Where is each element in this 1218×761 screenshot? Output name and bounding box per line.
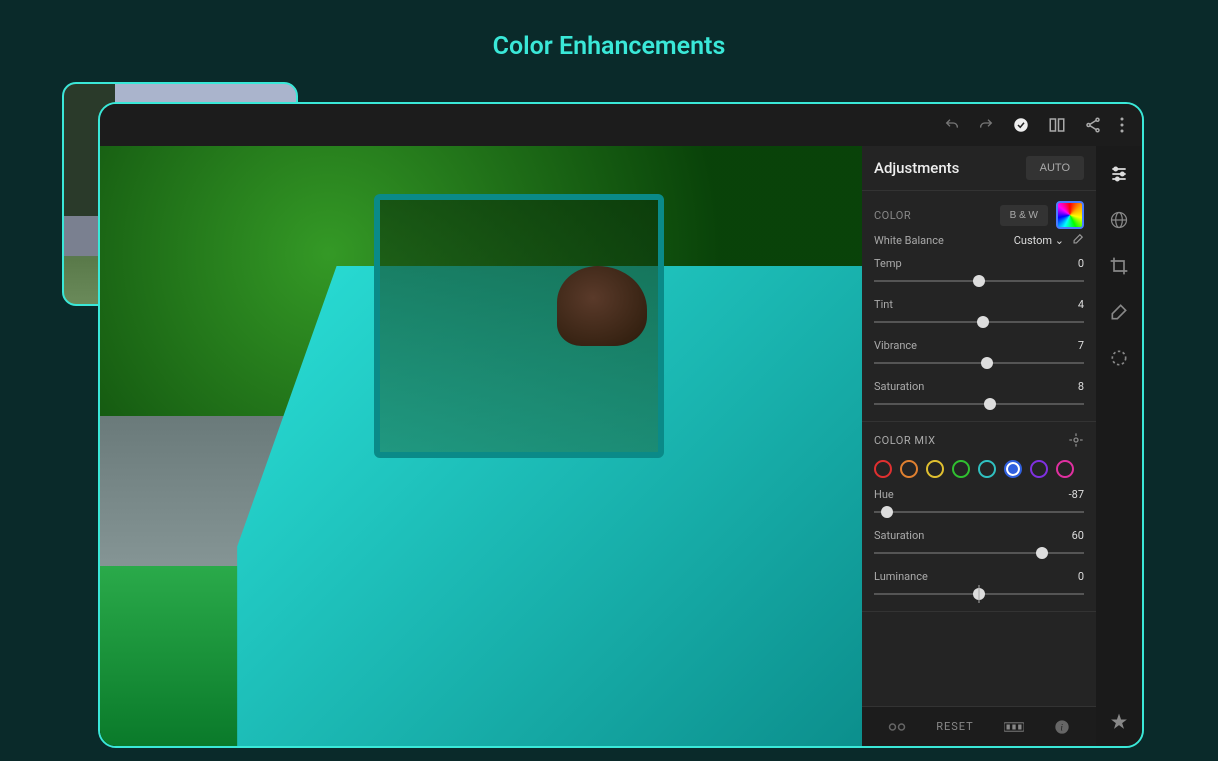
compare-icon[interactable] [1048, 116, 1066, 134]
temp-slider[interactable] [874, 274, 1084, 288]
filmstrip-icon[interactable] [1004, 721, 1024, 733]
slider-value: 0 [1078, 570, 1084, 583]
white-balance-label: White Balance [874, 234, 1008, 247]
swatch-purple[interactable] [1030, 460, 1048, 478]
color-tab-label: COLOR [874, 209, 992, 222]
star-icon[interactable] [1109, 712, 1129, 732]
white-balance-select[interactable]: Custom ⌄ [1014, 234, 1064, 247]
more-icon[interactable] [1120, 117, 1124, 133]
slider-value: 4 [1078, 298, 1084, 311]
previous-preset-icon[interactable] [888, 721, 906, 733]
app-window: Adjustments AUTO COLOR B & W White Balan… [98, 102, 1144, 748]
panel-title: Adjustments [874, 159, 959, 177]
undo-icon[interactable] [944, 117, 960, 133]
slider-label: Saturation [874, 529, 924, 542]
image-canvas[interactable] [100, 146, 862, 746]
hue-slider[interactable] [874, 505, 1084, 519]
saturation-slider[interactable] [874, 397, 1084, 411]
mask-tool-icon[interactable] [1109, 348, 1129, 368]
slider-value: 60 [1072, 529, 1084, 542]
page-title: Color Enhancements [0, 0, 1218, 61]
adjustments-panel: Adjustments AUTO COLOR B & W White Balan… [862, 146, 1096, 746]
swatch-magenta[interactable] [1056, 460, 1074, 478]
eyedropper-icon[interactable] [1070, 233, 1084, 247]
healing-tool-icon[interactable] [1109, 302, 1129, 322]
swatch-red[interactable] [874, 460, 892, 478]
svg-text:i: i [1060, 723, 1063, 733]
slider-value: 7 [1078, 339, 1084, 352]
slider-value: -87 [1069, 488, 1084, 501]
saturation-slider[interactable] [874, 546, 1084, 560]
app-topbar [100, 104, 1142, 146]
swatch-orange[interactable] [900, 460, 918, 478]
slider-label: Temp [874, 257, 902, 270]
slider-label: Luminance [874, 570, 928, 583]
globe-icon[interactable] [1109, 210, 1129, 230]
adjust-tool-icon[interactable] [1109, 164, 1129, 184]
bw-tab-button[interactable]: B & W [1000, 205, 1048, 226]
crop-tool-icon[interactable] [1109, 256, 1129, 276]
color-wheel-button[interactable] [1056, 201, 1084, 229]
swatch-green[interactable] [952, 460, 970, 478]
luminance-slider[interactable] [874, 587, 1084, 601]
slider-value: 0 [1078, 257, 1084, 270]
slider-value: 8 [1078, 380, 1084, 393]
swatch-yellow[interactable] [926, 460, 944, 478]
tool-rail [1096, 146, 1142, 746]
reset-button[interactable]: RESET [936, 720, 973, 733]
swatch-aqua[interactable] [978, 460, 996, 478]
vibrance-slider[interactable] [874, 356, 1084, 370]
panel-footer: RESET i [862, 706, 1096, 746]
target-adjust-icon[interactable] [1068, 432, 1084, 448]
share-icon[interactable] [1084, 116, 1102, 134]
cloud-done-icon[interactable] [1012, 116, 1030, 134]
tint-slider[interactable] [874, 315, 1084, 329]
slider-label: Vibrance [874, 339, 917, 352]
chevron-down-icon: ⌄ [1055, 234, 1064, 247]
redo-icon[interactable] [978, 117, 994, 133]
color-mix-swatches [874, 460, 1084, 478]
slider-label: Tint [874, 298, 893, 311]
info-icon[interactable]: i [1054, 719, 1070, 735]
swatch-blue[interactable] [1004, 460, 1022, 478]
slider-label: Saturation [874, 380, 924, 393]
color-mix-title: COLOR MIX [874, 434, 935, 447]
slider-label: Hue [874, 488, 894, 501]
auto-button[interactable]: AUTO [1026, 156, 1084, 180]
